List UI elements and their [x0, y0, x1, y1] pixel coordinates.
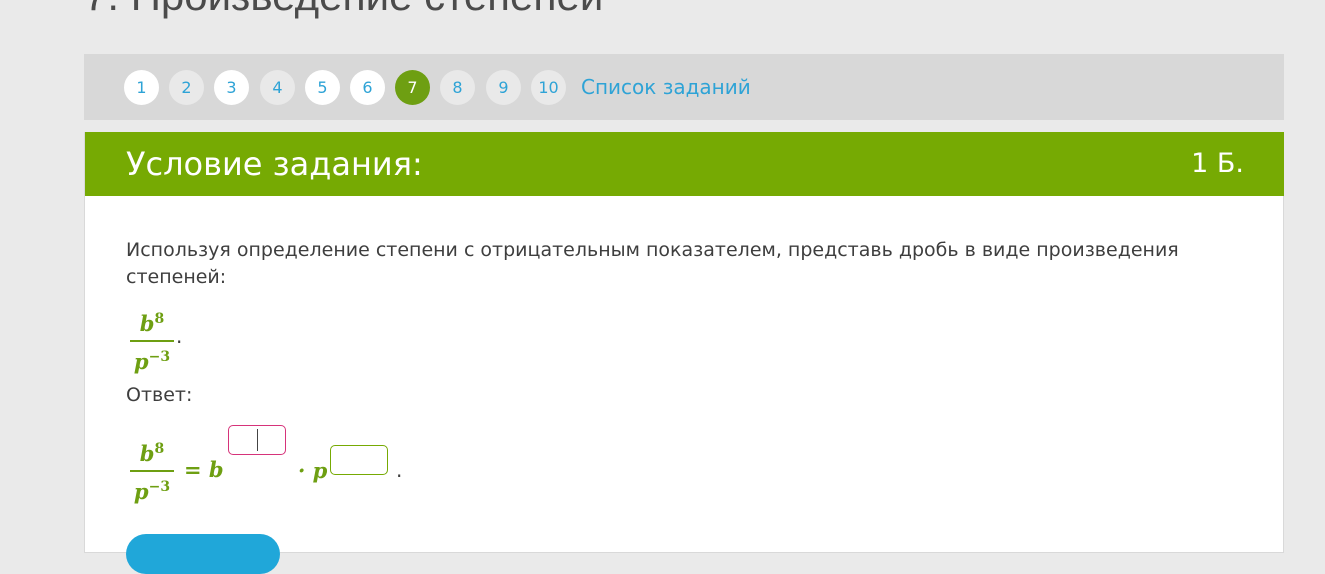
answer-fraction: b8 p−3 — [129, 437, 175, 504]
given-period: . — [176, 324, 183, 348]
nav-item-8[interactable]: 8 — [440, 70, 475, 105]
nav-item-7[interactable]: 7 — [395, 70, 430, 105]
task-points: 1 Б. — [1191, 148, 1244, 179]
task-card-header: Условие задания: 1 Б. — [85, 132, 1284, 196]
answer-den-exp: −3 — [148, 478, 171, 495]
given-den-base: p — [133, 348, 149, 374]
answer-times-p: · p — [298, 458, 328, 483]
page-title: 7. Произведение степеней — [84, 0, 603, 20]
task-nav-bar: 1 2 3 4 5 6 7 8 9 10 Список заданий — [84, 54, 1284, 120]
answer-period: . — [396, 458, 403, 482]
task-card: Условие задания: 1 Б. Используя определе… — [84, 132, 1284, 574]
task-instruction: Используя определение степени с отрицате… — [126, 239, 1179, 288]
fraction-bar — [130, 470, 174, 472]
submit-button[interactable] — [126, 534, 280, 574]
nav-item-6[interactable]: 6 — [350, 70, 385, 105]
given-fraction: b8 p−3 — [129, 307, 175, 374]
nav-item-2[interactable]: 2 — [169, 70, 204, 105]
nav-item-10[interactable]: 10 — [531, 70, 566, 105]
answer-den-base: p — [133, 478, 149, 504]
given-num-exp: 8 — [154, 311, 165, 327]
answer-label: Ответ: — [126, 384, 193, 406]
text-caret — [257, 429, 258, 451]
nav-item-1[interactable]: 1 — [124, 70, 159, 105]
answer-num-exp: 8 — [154, 441, 165, 457]
nav-item-5[interactable]: 5 — [305, 70, 340, 105]
nav-item-3[interactable]: 3 — [214, 70, 249, 105]
nav-item-9[interactable]: 9 — [486, 70, 521, 105]
given-num-base: b — [139, 311, 155, 336]
b-exponent-input[interactable] — [228, 425, 286, 455]
nav-item-4[interactable]: 4 — [260, 70, 295, 105]
p-exponent-input[interactable] — [330, 445, 388, 475]
answer-num-base: b — [139, 441, 155, 466]
task-title: Условие задания: — [126, 145, 423, 183]
fraction-bar — [130, 340, 174, 342]
answer-equals-b: = b — [184, 457, 224, 482]
task-list-link[interactable]: Список заданий — [581, 75, 751, 99]
given-den-exp: −3 — [148, 348, 171, 365]
